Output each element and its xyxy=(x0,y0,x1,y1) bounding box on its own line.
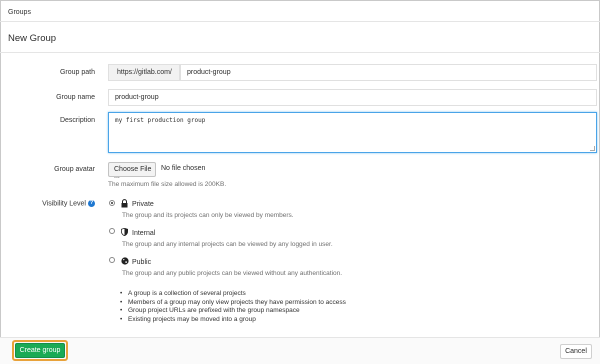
group-path-label: Group path xyxy=(59,69,95,76)
description-label: Description xyxy=(59,117,95,124)
group-name-label: Group name xyxy=(56,94,95,101)
list-item: Group project URLs are prefixed with the… xyxy=(120,307,346,316)
divider xyxy=(0,52,600,53)
visibility-private-radio[interactable] xyxy=(109,200,115,206)
page-title: New Group xyxy=(8,33,57,44)
shield-icon xyxy=(120,227,129,238)
list-item: A group is a collection of several proje… xyxy=(120,290,346,299)
cancel-button[interactable]: Cancel xyxy=(560,344,592,359)
breadcrumb[interactable]: Groups xyxy=(8,9,31,16)
list-item: Existing projects may be moved into a gr… xyxy=(120,316,346,325)
visibility-private-description: The group and its projects can only be v… xyxy=(122,212,294,219)
visibility-level-label: Visibility Level? xyxy=(0,200,95,207)
visibility-public-radio[interactable] xyxy=(109,257,115,263)
group-avatar-label: Group avatar xyxy=(54,166,95,173)
choose-file-button[interactable]: Choose File ... xyxy=(108,162,156,180)
description-text: my first production group xyxy=(115,117,206,124)
visibility-public-description: The group and any public projects can be… xyxy=(122,270,343,277)
visibility-internal-description: The group and any internal projects can … xyxy=(122,241,333,248)
divider xyxy=(0,21,600,22)
visibility-internal-radio[interactable] xyxy=(109,228,115,234)
list-item: Members of a group may only view project… xyxy=(120,299,346,308)
globe-icon xyxy=(121,257,129,267)
create-group-button[interactable]: Create group xyxy=(15,343,65,358)
group-path-prefix: https://gitlab.com/ xyxy=(108,64,180,81)
lock-icon xyxy=(121,199,128,210)
resize-handle-icon[interactable] xyxy=(590,146,595,151)
help-icon[interactable]: ? xyxy=(88,200,95,207)
form-actions-bar xyxy=(0,337,600,364)
group-info-list: A group is a collection of several proje… xyxy=(120,290,346,324)
visibility-internal-title: Internal xyxy=(132,230,156,237)
file-size-hint: The maximum file size allowed is 200KB. xyxy=(108,181,227,188)
file-status: No file chosen xyxy=(161,165,206,172)
description-textarea[interactable]: my first production group xyxy=(108,112,597,153)
visibility-public-title: Public xyxy=(132,259,152,266)
group-path-input[interactable]: product-group xyxy=(180,64,597,81)
visibility-level-text: Visibility Level xyxy=(42,200,86,208)
group-name-input[interactable]: product-group xyxy=(108,89,597,106)
visibility-private-title: Private xyxy=(132,201,154,208)
